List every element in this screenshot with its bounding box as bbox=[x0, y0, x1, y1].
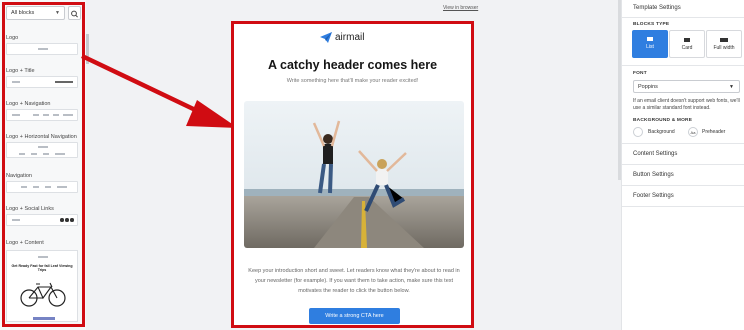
block-type-list-button[interactable]: List bbox=[632, 30, 668, 58]
blocks-type-label: BLOCKS TYPE bbox=[633, 22, 670, 27]
content-settings-section[interactable]: Content Settings bbox=[633, 151, 677, 157]
email-headline[interactable]: A catchy header comes here bbox=[234, 58, 471, 72]
divider bbox=[622, 185, 744, 186]
email-body-text[interactable]: Keep your introduction short and sweet. … bbox=[244, 266, 464, 296]
block-type-full-width-button[interactable]: Full width bbox=[706, 30, 742, 58]
panel-title: Template Settings bbox=[633, 5, 681, 11]
background-label: Background bbox=[648, 129, 675, 135]
card-icon bbox=[684, 38, 690, 42]
email-logo-text: airmail bbox=[335, 32, 365, 43]
divider bbox=[622, 164, 744, 165]
button-settings-section[interactable]: Button Settings bbox=[633, 172, 674, 178]
font-select[interactable]: Poppins ▼ bbox=[633, 80, 740, 93]
divider bbox=[622, 206, 744, 207]
divider bbox=[622, 65, 744, 66]
view-in-browser-link[interactable]: View in browser bbox=[443, 5, 478, 11]
preheader-label: Preheader bbox=[702, 129, 726, 135]
beach-jump-photo bbox=[244, 101, 464, 248]
block-type-card-button[interactable]: Card bbox=[669, 30, 705, 58]
chevron-down-icon: ▼ bbox=[729, 84, 734, 90]
font-label: FONT bbox=[633, 71, 647, 76]
divider bbox=[622, 17, 744, 18]
preheader-swatch[interactable]: Aa bbox=[688, 127, 698, 137]
red-arrow-annotation bbox=[81, 53, 238, 128]
background-color-swatch[interactable] bbox=[633, 127, 643, 137]
font-note: If an email client doesn't support web f… bbox=[633, 98, 740, 111]
divider bbox=[622, 143, 744, 144]
hero-image[interactable] bbox=[244, 101, 464, 248]
font-select-value: Poppins bbox=[638, 84, 658, 90]
paper-plane-icon bbox=[320, 32, 332, 43]
highlight-box-left bbox=[2, 2, 85, 327]
background-more-label: BACKGROUND & MORE bbox=[633, 118, 693, 123]
list-icon bbox=[647, 37, 653, 41]
cta-button[interactable]: Write a strong CTA here bbox=[309, 308, 400, 324]
footer-settings-section[interactable]: Footer Settings bbox=[633, 193, 674, 199]
full-width-icon bbox=[720, 38, 728, 42]
email-subheadline[interactable]: Write something here that'll make your r… bbox=[234, 78, 471, 84]
